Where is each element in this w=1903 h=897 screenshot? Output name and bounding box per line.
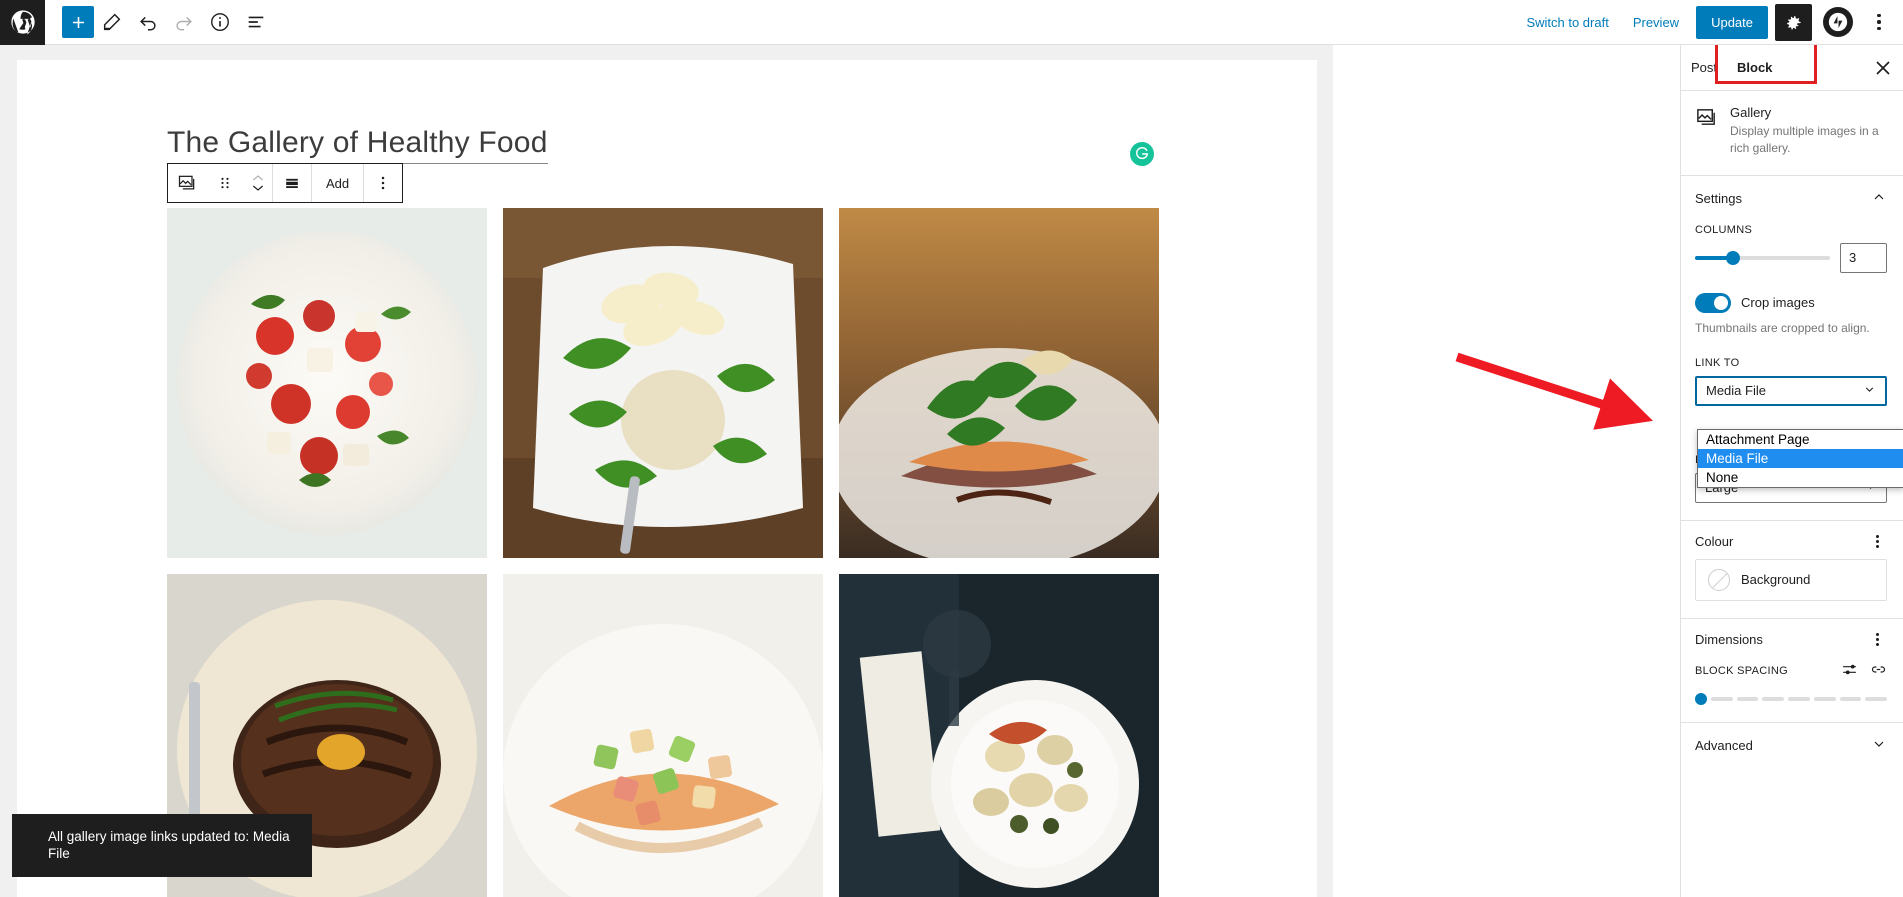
preview-button[interactable]: Preview: [1621, 8, 1691, 37]
advanced-panel: Advanced: [1681, 723, 1903, 772]
top-bar-left-tools: [45, 4, 274, 40]
close-icon[interactable]: [1871, 56, 1895, 80]
link-to-select[interactable]: Media File: [1695, 375, 1887, 406]
chevron-down-icon: [252, 185, 264, 191]
dimensions-title: Dimensions: [1695, 631, 1763, 647]
spacing-segment[interactable]: [1711, 696, 1733, 701]
toast-message: All gallery image links updated to: Medi…: [48, 828, 290, 862]
undo-button[interactable]: [130, 4, 166, 40]
drag-handle-icon[interactable]: [206, 164, 244, 202]
chevron-down-icon[interactable]: [1871, 736, 1887, 755]
columns-slider[interactable]: [1695, 250, 1830, 265]
crop-images-toggle[interactable]: [1695, 292, 1731, 313]
block-spacing-label: BLOCK SPACING: [1695, 664, 1788, 677]
block-toolbar-group-add: Add: [312, 164, 365, 202]
sliders-icon[interactable]: [1841, 661, 1858, 681]
details-button[interactable]: [202, 4, 238, 40]
block-settings-sidebar: Post Block Gallery Display multiple imag…: [1680, 45, 1903, 897]
switch-to-draft-button[interactable]: Switch to draft: [1514, 8, 1620, 37]
block-spacing-slider[interactable]: [1695, 692, 1888, 705]
tab-post[interactable]: Post: [1681, 46, 1727, 89]
settings-title: Settings: [1695, 190, 1742, 206]
editor-top-bar: Switch to draft Preview Update: [0, 0, 1903, 45]
add-block-button[interactable]: [62, 6, 94, 38]
colour-panel-header: Colour: [1695, 534, 1887, 549]
editor-canvas-area: The Gallery of Healthy Food Add All gall…: [0, 45, 1333, 897]
advanced-panel-header[interactable]: Advanced: [1695, 736, 1887, 755]
post-canvas: The Gallery of Healthy Food Add: [17, 60, 1317, 897]
link-to-dropdown-list[interactable]: Attachment Page Media File None: [1697, 429, 1903, 488]
columns-number-input[interactable]: 3: [1840, 242, 1887, 273]
spacing-segment[interactable]: [1762, 696, 1785, 701]
dimensions-options-kebab-icon[interactable]: [1867, 632, 1887, 646]
spacing-segment[interactable]: [1865, 696, 1888, 701]
chevron-down-icon: [1863, 383, 1876, 399]
colour-panel: Colour Background: [1681, 521, 1903, 619]
link-to-label: LINK TO: [1695, 356, 1740, 369]
page-title[interactable]: The Gallery of Healthy Food: [167, 125, 548, 164]
kebab-vertical-icon[interactable]: [1861, 4, 1897, 40]
edit-tool-button[interactable]: [94, 4, 130, 40]
block-mover-buttons[interactable]: [244, 164, 272, 202]
gallery-block-icon: [1695, 106, 1719, 158]
advanced-title: Advanced: [1695, 737, 1753, 753]
crop-images-label: Crop images: [1741, 295, 1815, 311]
colour-title: Colour: [1695, 533, 1734, 549]
block-toolbar-group-block: [168, 164, 273, 202]
link-to-value: Media File: [1706, 383, 1766, 399]
link-icon[interactable]: [1870, 661, 1887, 681]
dimensions-panel: Dimensions BLOCK SPACING: [1681, 619, 1903, 723]
block-description: Display multiple images in a rich galler…: [1730, 124, 1879, 156]
crop-images-help: Thumbnails are cropped to align.: [1695, 320, 1870, 335]
gallery-image[interactable]: [503, 208, 823, 558]
gallery-block-icon[interactable]: [168, 164, 206, 202]
gallery-image[interactable]: [839, 574, 1159, 897]
spacing-segment[interactable]: [1736, 696, 1759, 701]
chevron-up-icon[interactable]: [1871, 189, 1887, 208]
spacing-slider-knob[interactable]: [1695, 692, 1707, 705]
align-wide-icon[interactable]: [273, 164, 311, 202]
spacing-segment[interactable]: [1813, 696, 1836, 701]
block-name-label: Gallery: [1730, 105, 1772, 120]
gallery-image[interactable]: [503, 574, 823, 897]
sidebar-tablist: Post Block: [1681, 45, 1903, 91]
dimensions-panel-header: Dimensions: [1695, 632, 1887, 647]
dropdown-option-none[interactable]: None: [1698, 468, 1903, 487]
redo-button[interactable]: [166, 4, 202, 40]
update-button[interactable]: Update: [1696, 5, 1768, 39]
jetpack-logo-icon[interactable]: [1823, 7, 1853, 37]
columns-control: 3: [1695, 242, 1887, 273]
top-bar-right-tools: Switch to draft Preview Update: [1514, 3, 1903, 41]
columns-label: COLUMNS: [1695, 223, 1753, 236]
add-media-button[interactable]: Add: [312, 164, 363, 202]
crop-images-control: Crop images: [1695, 292, 1887, 313]
background-colour-button[interactable]: Background: [1695, 558, 1887, 601]
colour-options-kebab-icon[interactable]: [1867, 534, 1887, 548]
block-toolbar-group-align: [273, 164, 312, 202]
gear-icon[interactable]: [1775, 3, 1812, 41]
wordpress-logo-icon[interactable]: [0, 0, 45, 45]
background-colour-label: Background: [1741, 572, 1811, 588]
spacing-segment[interactable]: [1839, 696, 1862, 701]
grammarly-badge-icon[interactable]: [1130, 142, 1154, 166]
tab-block[interactable]: Block: [1727, 46, 1782, 89]
dropdown-option-attachment-page[interactable]: Attachment Page: [1698, 430, 1903, 449]
block-options-kebab-icon[interactable]: [364, 164, 402, 202]
sidebar-scroll-gutter: [1680, 45, 1681, 897]
spacing-segment[interactable]: [1788, 696, 1810, 701]
no-colour-swatch-icon: [1708, 568, 1730, 591]
block-toolbar-group-more: [364, 164, 402, 202]
list-view-button[interactable]: [238, 4, 274, 40]
gallery-image[interactable]: [839, 208, 1159, 558]
gallery-block[interactable]: [167, 208, 1159, 897]
block-toolbar: Add: [167, 163, 404, 203]
dropdown-option-media-file[interactable]: Media File: [1698, 449, 1903, 468]
status-toast: All gallery image links updated to: Medi…: [12, 813, 312, 877]
toggle-knob: [1714, 295, 1728, 310]
chevron-up-icon: [252, 175, 264, 181]
gallery-image[interactable]: [167, 208, 487, 558]
columns-slider-knob[interactable]: [1725, 250, 1740, 265]
settings-panel-header[interactable]: Settings: [1695, 189, 1887, 208]
selected-block-info: Gallery Display multiple images in a ric…: [1681, 91, 1903, 176]
